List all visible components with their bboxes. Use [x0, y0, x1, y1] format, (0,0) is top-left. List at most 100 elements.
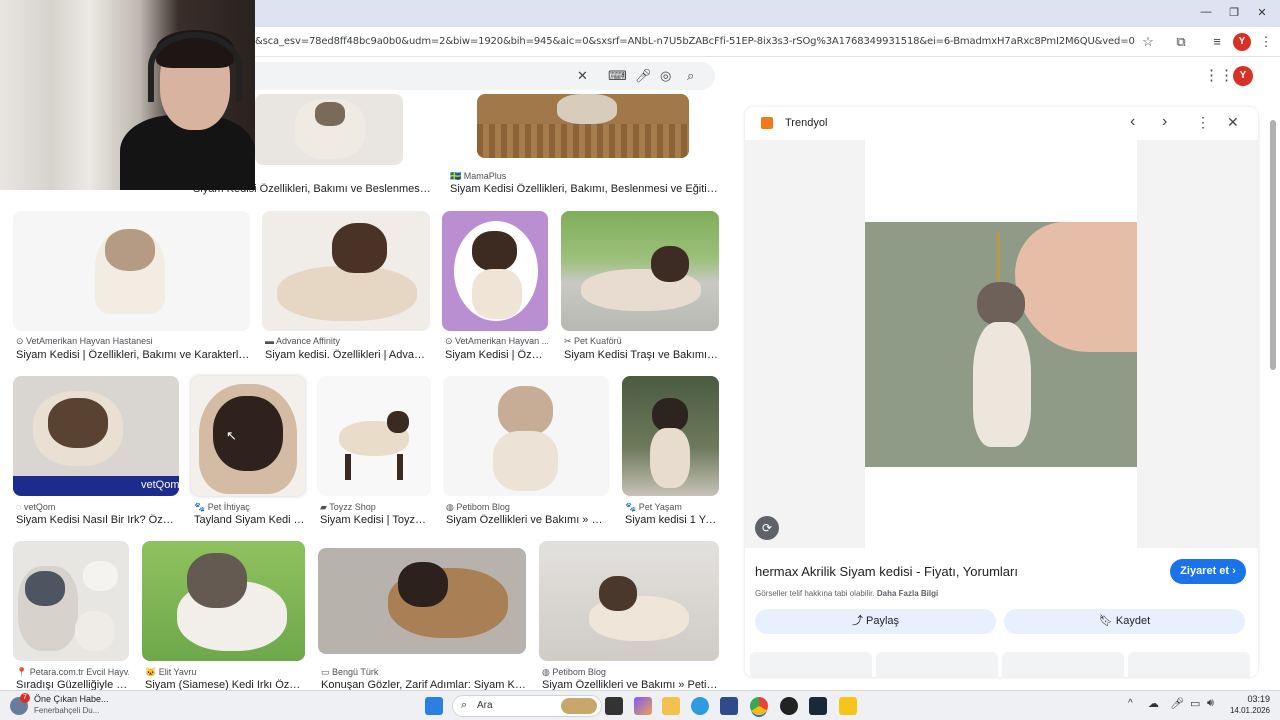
lens-icon[interactable]: ⟳ — [755, 516, 779, 540]
previous-icon[interactable]: ‹ — [1130, 113, 1135, 131]
profile-avatar[interactable]: Y — [1233, 33, 1251, 51]
result-image[interactable]: vetQom — [13, 376, 179, 496]
result-caption[interactable]: Siyam Kedisi | Özelli... — [445, 349, 548, 361]
result-caption[interactable]: Siyam Kedisi Nasıl Bir Irk? Özellik... — [16, 514, 179, 526]
save-button[interactable]: 🔖︎ Kaydet — [1004, 609, 1245, 634]
result-source: ◍ Petibom Blog — [446, 502, 510, 512]
more-info-link[interactable]: Daha Fazla Bilgi — [877, 589, 938, 598]
result-source: 🐾 Pet İhtiyaç — [194, 502, 250, 512]
result-source: ⊙ VetAmerikan Hayvan Hastanesi — [16, 336, 153, 346]
bookmark-star-icon[interactable]: ☆ — [1139, 33, 1157, 51]
result-image[interactable]: ↖ — [191, 376, 305, 496]
page-scrollbar[interactable] — [1270, 110, 1276, 670]
windows-taskbar: 7 Öne Çıkan Habe... Fenerbahçeli Du... ⌕… — [0, 690, 1280, 720]
edge-icon[interactable] — [691, 697, 709, 715]
steam-icon[interactable] — [809, 697, 827, 715]
lens-search-icon[interactable]: ◎ — [660, 68, 671, 84]
search-icon[interactable]: ⌕ — [687, 68, 694, 84]
news-title[interactable]: Öne Çıkan Habe... — [34, 694, 109, 704]
tray-chevron-icon[interactable]: ^ — [1128, 698, 1133, 709]
browser-menu-icon[interactable]: ⋮ — [1257, 33, 1275, 51]
image-preview-panel: Trendyol ‹ › ⋮ ✕ ⟳ hermax Akrilik Siyam … — [745, 107, 1258, 677]
result-image[interactable] — [442, 211, 548, 331]
result-caption[interactable]: Siyam Kedisi Traşı ve Bakımı | P... — [564, 349, 719, 361]
news-subtitle: Fenerbahçeli Du... — [34, 706, 100, 715]
extensions-icon[interactable]: ⧉ — [1172, 33, 1190, 51]
result-image[interactable] — [539, 541, 719, 661]
result-image[interactable] — [622, 376, 719, 496]
result-image[interactable] — [443, 376, 609, 496]
related-thumb[interactable] — [1002, 652, 1124, 677]
apps-grid-icon[interactable]: ⋮⋮ — [1204, 67, 1234, 85]
clock-time[interactable]: 03:19 — [1236, 694, 1270, 704]
copilot-icon[interactable] — [634, 697, 652, 715]
chrome-icon[interactable] — [750, 697, 768, 715]
result-caption[interactable]: Siyam kedisi 1 Yaş... — [625, 514, 719, 526]
result-source: 📍 Petara.com.tr Evcil Hayv... — [16, 667, 129, 677]
panel-title[interactable]: hermax Akrilik Siyam kedisi - Fiyatı, Yo… — [755, 564, 1155, 579]
related-thumb[interactable] — [1128, 652, 1250, 677]
app-icon[interactable] — [839, 697, 857, 715]
result-image[interactable] — [262, 211, 430, 331]
result-caption[interactable]: Tayland Siyam Kedi T... — [194, 514, 305, 526]
tray-volume-icon[interactable]: 🔊︎ — [1207, 697, 1214, 710]
result-source: ◌ vetQom — [16, 502, 56, 512]
close-panel-icon[interactable]: ✕ — [1227, 114, 1239, 131]
url-field[interactable]: &sca_esv=78ed8ff48bc9a0b0&udm=2&biw=1920… — [255, 36, 1135, 47]
panel-site-name[interactable]: Trendyol — [785, 117, 827, 129]
related-thumb[interactable] — [876, 652, 998, 677]
start-icon[interactable] — [425, 697, 443, 715]
result-caption[interactable]: Siyam Kedisi Özellikleri, Bakımı, Beslen… — [450, 183, 718, 195]
copyright-notice: Görseller telif hakkına tabi olabilir. D… — [755, 589, 938, 598]
result-caption[interactable]: Siyam Kedisi | Toyzz S... — [320, 514, 431, 526]
visit-label: Ziyaret et — [1180, 565, 1230, 577]
media-icon[interactable]: ≡ — [1208, 33, 1226, 51]
result-image[interactable] — [561, 211, 719, 331]
file-explorer-icon[interactable] — [662, 697, 680, 715]
preview-image-area — [745, 140, 1258, 548]
tray-mic-icon[interactable]: 🎤︎ — [1170, 697, 1184, 710]
related-thumb[interactable] — [750, 652, 872, 677]
webcam-headset — [148, 32, 242, 102]
tray-display-icon[interactable]: ▭ — [1190, 697, 1200, 710]
result-caption[interactable]: Siyam kedisi. Özellikleri | Advance ... — [265, 349, 430, 361]
result-image[interactable] — [318, 548, 526, 654]
result-source: 🐱 Elit Yavru — [145, 667, 197, 677]
scrollbar-thumb[interactable] — [1270, 120, 1276, 370]
task-view-icon[interactable] — [605, 697, 623, 715]
result-image[interactable] — [13, 541, 129, 661]
keyboard-icon[interactable]: ⌨ — [608, 68, 627, 84]
preview-image[interactable] — [865, 222, 1137, 467]
store-icon[interactable] — [720, 697, 738, 715]
result-image[interactable] — [255, 94, 403, 165]
minimize-icon[interactable]: — — [1196, 6, 1216, 18]
search-highlight-icon — [561, 698, 597, 714]
result-source: 🇸🇪 MamaPlus — [450, 171, 507, 181]
copyright-text: Görseller telif hakkına tabi olabilir. — [755, 589, 875, 598]
voice-search-icon[interactable]: 🎤︎ — [635, 68, 652, 84]
news-badge: 7 — [20, 693, 30, 703]
result-caption[interactable]: Siyam Kedisi | Özellikleri, Bakımı ve Ka… — [16, 349, 250, 361]
result-image[interactable] — [477, 94, 689, 158]
clear-search-icon[interactable]: ✕ — [577, 68, 588, 84]
result-image[interactable] — [13, 211, 250, 331]
restore-icon[interactable]: ❐ — [1224, 6, 1244, 19]
result-caption[interactable]: Siyam Özellikleri ve Bakımı » Petib... — [446, 514, 609, 526]
close-window-icon[interactable]: ✕ — [1252, 6, 1272, 19]
visit-button[interactable]: Ziyaret et › — [1170, 559, 1246, 584]
next-icon[interactable]: › — [1162, 113, 1167, 131]
result-image[interactable] — [317, 376, 431, 496]
taskbar-search-label: Ara — [477, 700, 493, 711]
more-options-icon[interactable]: ⋮ — [1196, 114, 1210, 131]
result-source: ⊙ VetAmerikan Hayvan ... — [445, 336, 548, 346]
tray-cloud-icon[interactable]: ☁ — [1148, 697, 1159, 710]
search-input[interactable]: ✕ ⌨ 🎤︎ ◎ ⌕ — [230, 62, 715, 90]
clock-date[interactable]: 14.01.2026 — [1224, 706, 1270, 715]
webcam-overlay — [0, 0, 255, 190]
app-icon[interactable] — [780, 697, 798, 715]
result-image[interactable] — [142, 541, 305, 661]
result-source: ✂ Pet Kuaförü — [564, 336, 622, 346]
account-avatar[interactable]: Y — [1233, 66, 1253, 86]
taskbar-search[interactable]: ⌕ Ara — [452, 695, 602, 717]
share-button[interactable]: ⤴ Paylaş — [755, 609, 996, 634]
